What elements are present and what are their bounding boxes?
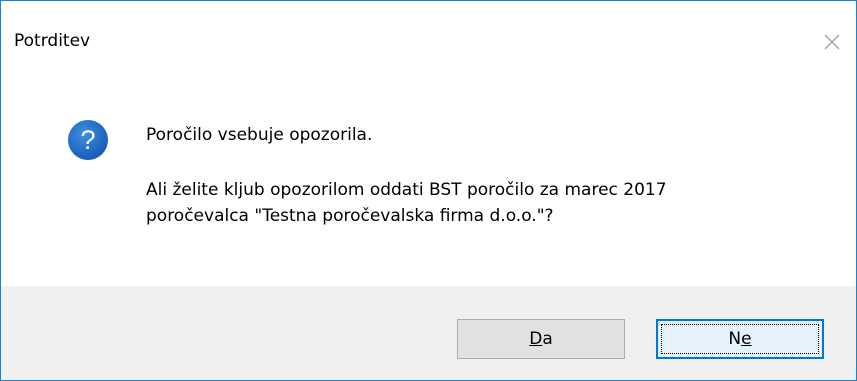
- close-icon: [819, 29, 845, 55]
- no-button-mnemonic: e: [741, 329, 752, 349]
- title-bar[interactable]: Potrditev: [1, 1, 856, 59]
- message-line-2: Ali želite kljub opozorilom oddati BST p…: [146, 180, 667, 200]
- button-bar: Da Ne: [1, 286, 856, 380]
- dialog-content: ? Poročilo vsebuje opozorila. Ali želite…: [1, 59, 856, 286]
- confirmation-dialog: Potrditev ? Poročilo vsebuje opozorila. …: [0, 0, 857, 381]
- question-icon: ?: [67, 119, 109, 161]
- no-button[interactable]: Ne: [656, 319, 824, 359]
- no-button-label: N: [728, 329, 742, 349]
- window-title: Potrditev: [14, 31, 91, 51]
- yes-button[interactable]: Da: [457, 319, 625, 359]
- message-line-3: poročevalca "Testna poročevalska firma d…: [146, 206, 554, 226]
- yes-button-label: a: [542, 329, 553, 349]
- yes-button-mnemonic: D: [529, 329, 543, 349]
- message-line-1: Poročilo vsebuje opozorila.: [146, 125, 373, 145]
- close-button[interactable]: [819, 29, 845, 55]
- svg-text:?: ?: [80, 125, 95, 155]
